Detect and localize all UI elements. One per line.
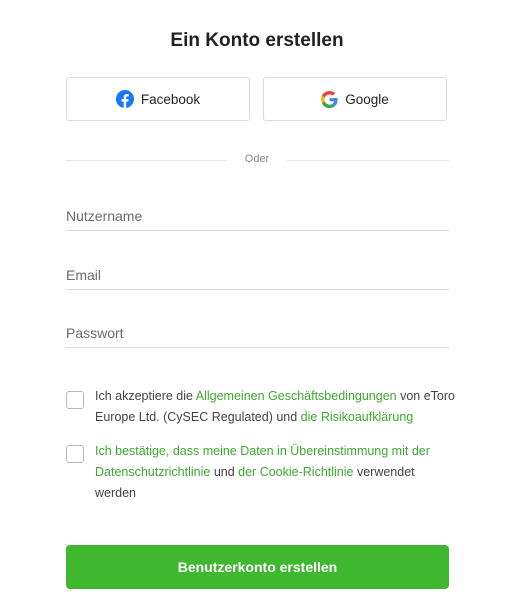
google-icon (321, 90, 338, 108)
risk-disclosure-link[interactable]: die Risikoaufklärung (301, 410, 414, 424)
privacy-text-middle: und (210, 465, 239, 479)
terms-text: Ich akzeptiere die Allgemeinen Geschäfts… (95, 386, 455, 428)
page-title: Ein Konto erstellen (170, 30, 344, 51)
divider-line-right (287, 160, 449, 161)
divider-line-left (66, 160, 227, 161)
facebook-icon (115, 90, 134, 108)
cookie-policy-link[interactable]: der Cookie-Richtlinie (238, 465, 353, 479)
facebook-label: Facebook (140, 91, 201, 107)
email-input[interactable] (66, 260, 449, 290)
terms-text-prefix: Ich akzeptiere die (95, 389, 196, 403)
terms-checkbox[interactable] (66, 391, 84, 409)
facebook-signup-button[interactable]: Facebook (66, 77, 250, 121)
privacy-checkbox[interactable] (66, 445, 84, 463)
username-input[interactable] (66, 201, 449, 231)
create-account-button[interactable]: Benutzerkonto erstellen (66, 545, 449, 589)
terms-conditions-link[interactable]: Allgemeinen Geschäftsbedingungen (196, 389, 397, 403)
divider-or: Oder (244, 153, 270, 165)
google-signup-button[interactable]: Google (263, 77, 447, 121)
privacy-text: Ich bestätige, dass meine Daten in Übere… (95, 441, 455, 504)
google-label: Google (345, 91, 389, 107)
password-input[interactable] (66, 318, 449, 348)
